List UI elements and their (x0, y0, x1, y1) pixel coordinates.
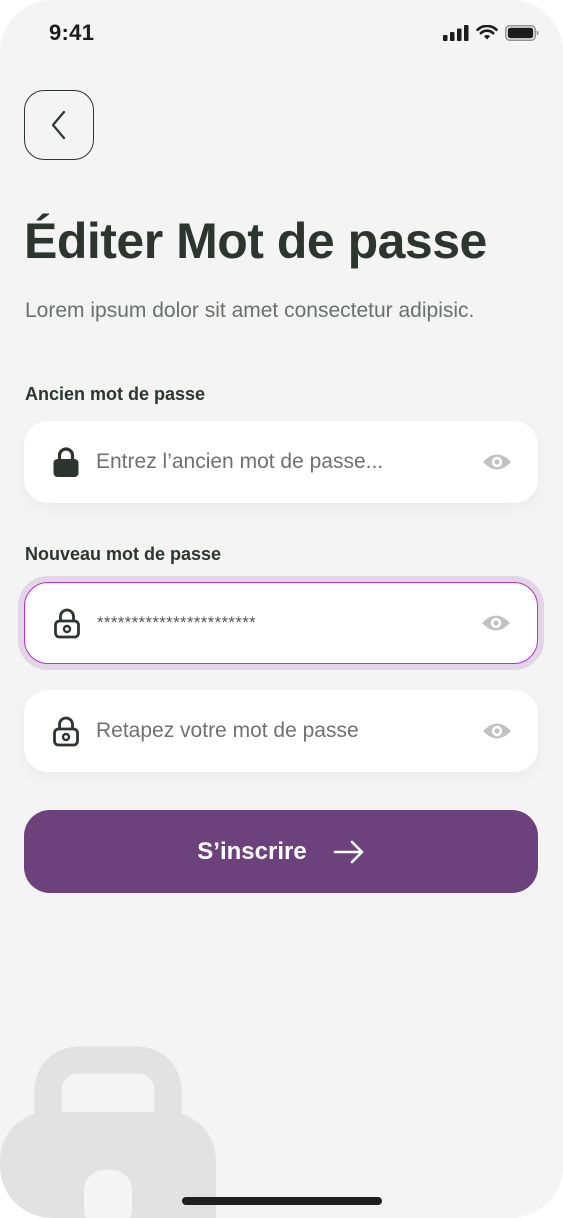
old-password-field[interactable]: Entrez l’ancien mot de passe... (24, 421, 538, 503)
status-icons (443, 25, 539, 41)
old-password-label: Ancien mot de passe (25, 384, 206, 404)
phone-screen: 9:41 Éditer Mot de passe Lorem ipsum dol… (0, 0, 563, 1218)
eye-icon[interactable] (481, 612, 511, 634)
old-password-input[interactable]: Entrez l’ancien mot de passe... (96, 450, 468, 474)
eye-icon[interactable] (482, 720, 512, 742)
lock-icon (53, 716, 79, 747)
wifi-icon (476, 25, 498, 40)
eye-icon[interactable] (482, 451, 512, 473)
status-time: 9:41 (49, 20, 95, 45)
submit-button[interactable]: S’inscrire (24, 810, 538, 893)
arrow-right-icon (333, 840, 364, 863)
new-password-input[interactable]: *********************** (97, 613, 467, 633)
decorative-lock-icon (0, 1046, 216, 1218)
confirm-password-field[interactable]: Retapez votre mot de passe (24, 690, 538, 772)
chevron-left-icon (51, 110, 66, 140)
page-subtitle: Lorem ipsum dolor sit amet consectetur a… (25, 299, 475, 322)
submit-label: S’inscrire (197, 837, 307, 865)
back-button[interactable] (24, 90, 94, 160)
lock-icon (54, 608, 80, 639)
confirm-password-input[interactable]: Retapez votre mot de passe (96, 719, 468, 743)
new-password-label: Nouveau mot de passe (25, 544, 222, 564)
signal-icon (443, 25, 469, 41)
page-title: Éditer Mot de passe (24, 213, 487, 269)
battery-icon (505, 25, 539, 41)
new-password-field[interactable]: *********************** (24, 582, 538, 664)
home-indicator[interactable] (182, 1197, 382, 1205)
lock-icon (53, 447, 79, 477)
